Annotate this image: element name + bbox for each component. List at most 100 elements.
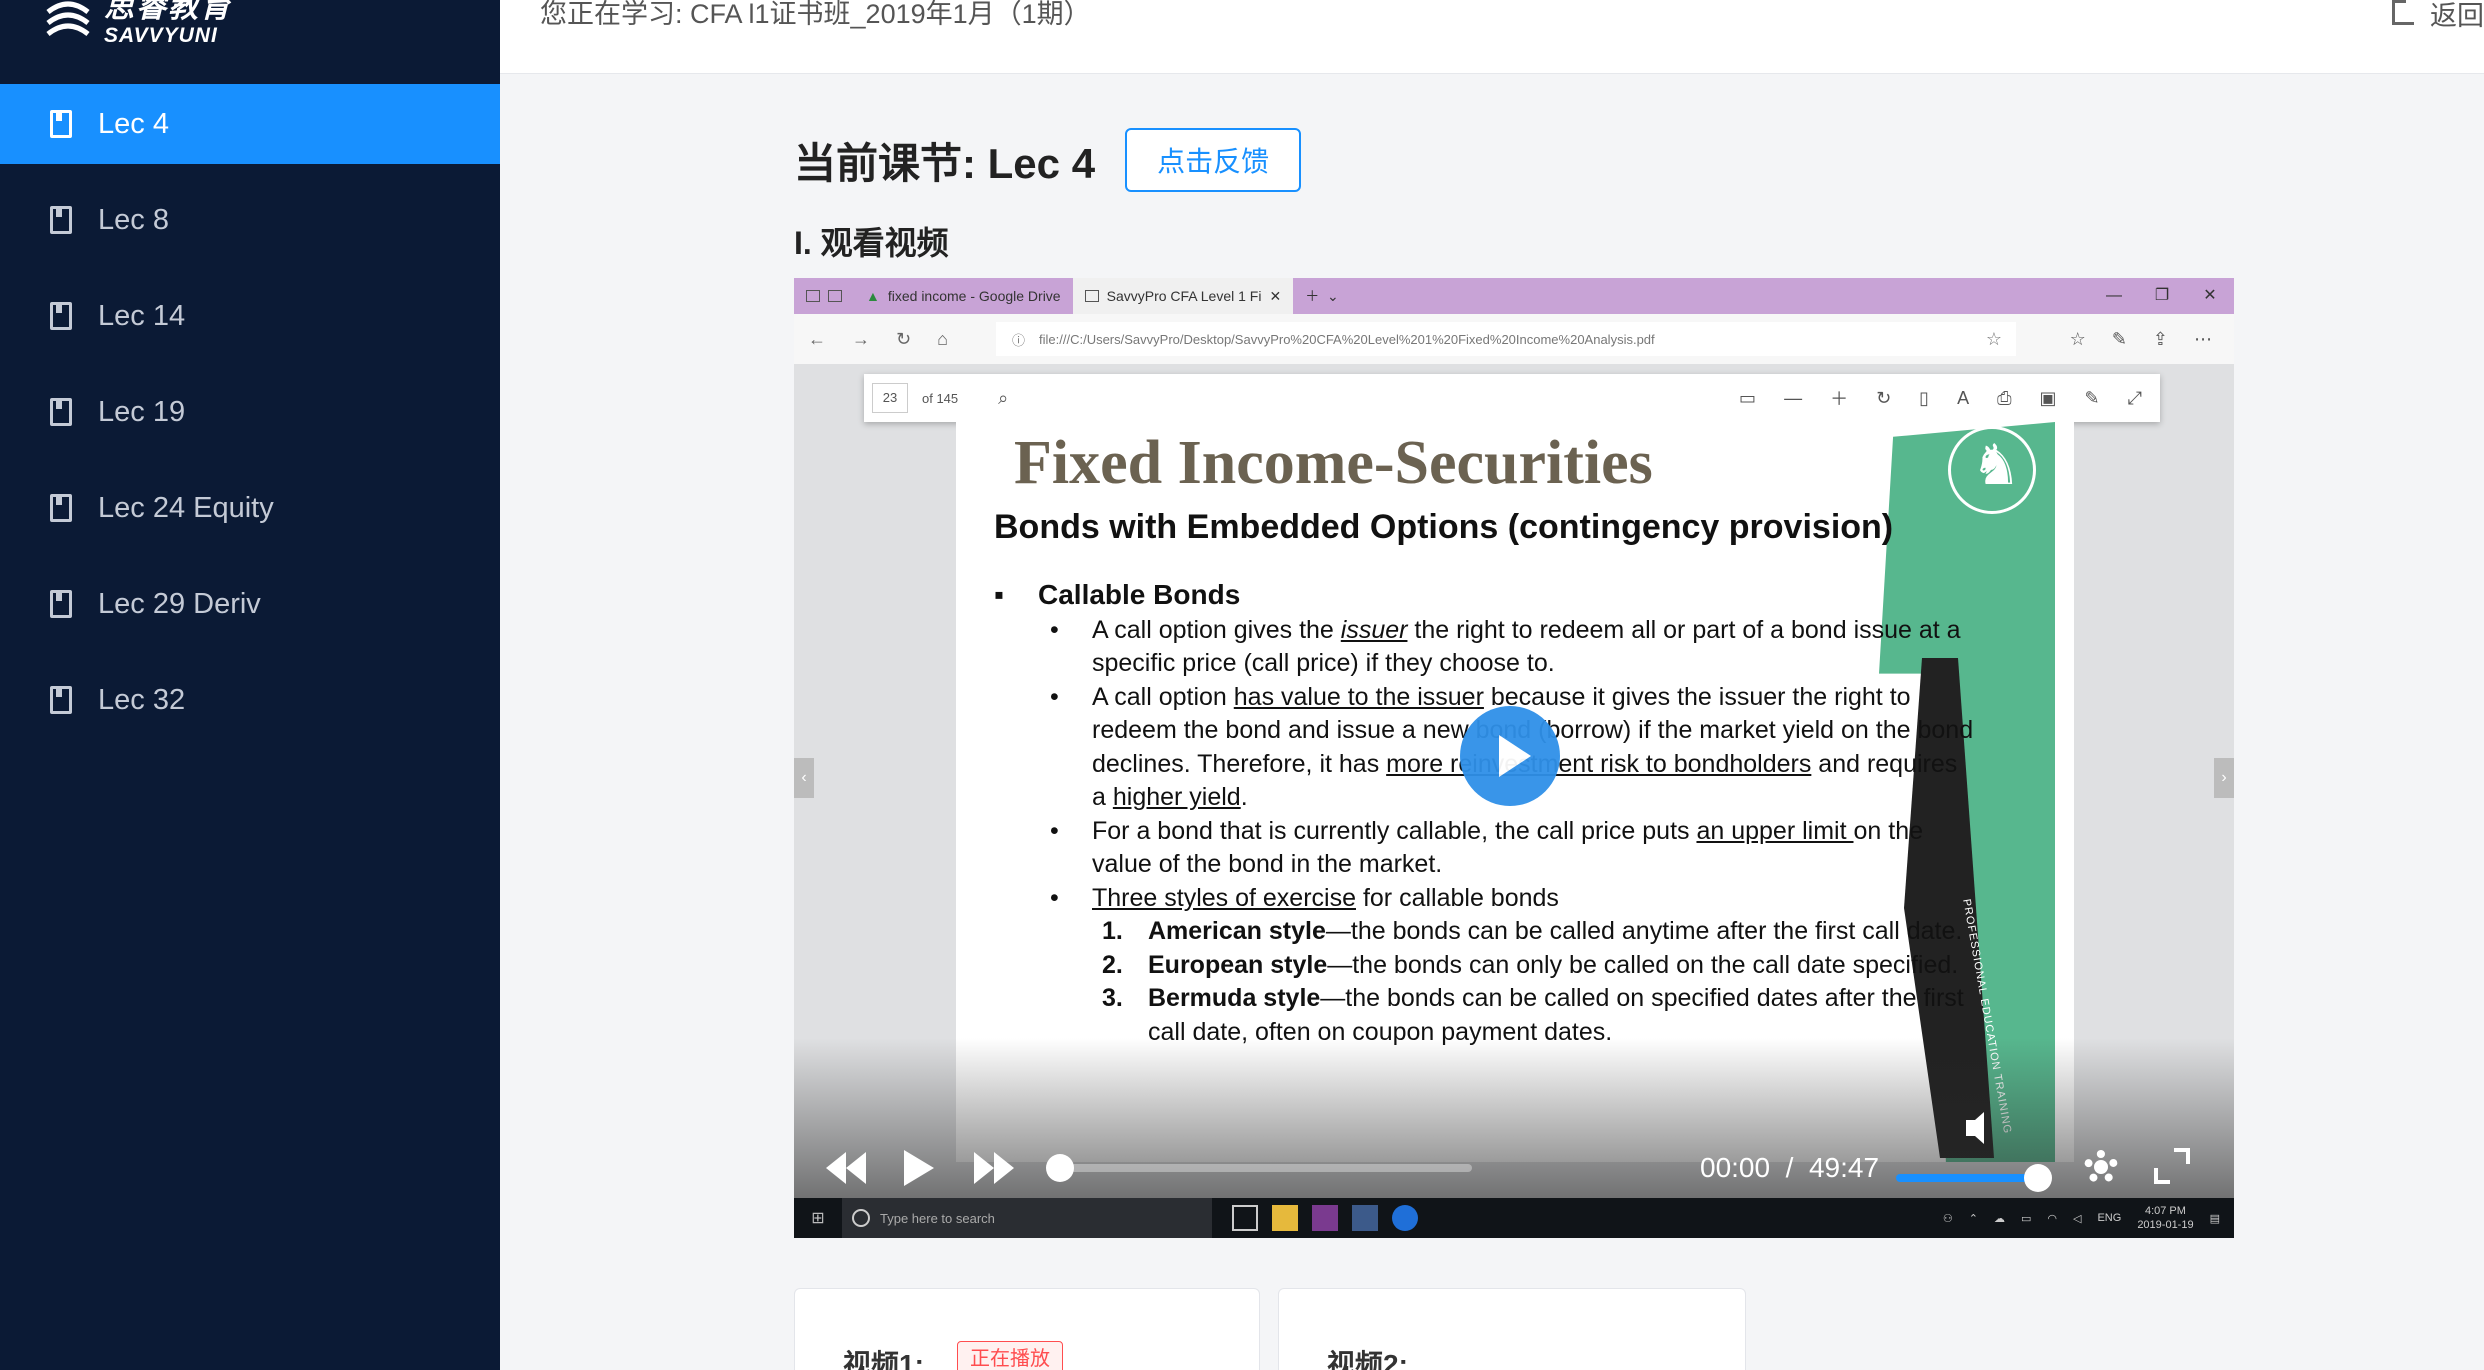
info-icon: ⓘ: [1012, 332, 1026, 348]
item-number: 1.: [1102, 917, 1123, 945]
player-controls: 00:00 / 49:47: [794, 1112, 2234, 1198]
draw-icon: ✎: [2084, 387, 2100, 408]
lesson-header: 当前课节: Lec 4 点击反馈: [794, 128, 1302, 192]
video-card-1[interactable]: 视频1: 正在播放: [794, 1288, 1260, 1370]
pdf-icon: [1084, 290, 1099, 302]
volume-slider[interactable]: [1896, 1174, 2042, 1182]
page-total: of 145: [922, 390, 959, 406]
back-button[interactable]: 返回: [2392, 0, 2484, 33]
edge-icon: [1392, 1205, 1418, 1231]
fullscreen-button[interactable]: [2154, 1148, 2190, 1184]
feedback-button[interactable]: 点击反馈: [1125, 128, 1302, 192]
sidebar-item-lec-4[interactable]: Lec 4: [0, 84, 500, 164]
close-icon: ✕: [1269, 287, 1282, 304]
clock-time: 4:07 PM: [2144, 1205, 2186, 1217]
sidebar-item-lec-8[interactable]: Lec 8: [0, 180, 500, 260]
text: A call option: [1092, 682, 1234, 711]
back-icon: [2392, 0, 2414, 25]
sidebar-item-lec-32[interactable]: Lec 32: [0, 660, 500, 740]
sidebar-item-label: Lec 24 Equity: [98, 491, 274, 524]
top-bar: 您正在学习: CFA l1证书班_2019年1月（1期） 返回: [500, 0, 2484, 74]
brand-name-cn: 思睿教育: [104, 0, 232, 24]
fast-forward-icon: [974, 1152, 994, 1184]
text: higher yield: [1112, 783, 1241, 811]
text: —the bonds can be called anytime after t…: [1325, 917, 1963, 945]
system-tray: ⚇ ⌃ ☁ ▭ ◠ ◁ ENG 4:07 PM 2019-01-19 ▤: [1943, 1198, 2220, 1238]
page-view-icon: ▯: [1919, 387, 1930, 408]
cloud-icon: ☁: [1993, 1212, 2005, 1225]
drive-icon: ▲: [866, 288, 880, 304]
slide-body: Callable Bonds A call option gives the i…: [994, 578, 1974, 1049]
fullscreen-icon: ⤢: [2127, 387, 2142, 408]
home-icon: ⌂: [937, 328, 948, 349]
text: an upper limit: [1696, 816, 1854, 845]
rotate-icon: ↻: [1876, 387, 1892, 408]
volume-handle[interactable]: [2024, 1164, 2052, 1192]
speaker-icon: ◁: [2073, 1212, 2082, 1225]
recorded-url-field: ⓘ file:///C:/Users/SavvyPro/Desktop/Savv…: [996, 322, 2016, 356]
status-badge: 正在播放: [957, 1341, 1063, 1370]
video-player[interactable]: ▲ fixed income - Google Drive SavvyPro CF…: [794, 278, 2234, 1238]
video-card-label: 视频2:: [1327, 1349, 1408, 1370]
window-controls: — ❐ ✕: [2090, 278, 2234, 314]
sidebar-item-lec-14[interactable]: Lec 14: [0, 276, 500, 356]
video-card-2[interactable]: 视频2:: [1278, 1288, 1746, 1370]
play-button[interactable]: [904, 1146, 934, 1190]
task-view-icon: [1232, 1205, 1258, 1231]
rewind-button[interactable]: [826, 1146, 866, 1190]
refresh-icon: ↻: [896, 328, 912, 349]
clock-date: 2019-01-19: [2137, 1219, 2194, 1231]
sidebar-item-lec-24-equity[interactable]: Lec 24 Equity: [0, 468, 500, 548]
notes-icon: ✎: [2111, 328, 2127, 349]
more-icon: ⋯: [2194, 328, 2212, 349]
slide-title: Fixed Income-Securities: [1014, 429, 1653, 497]
brand-logo[interactable]: 思睿教育 SAVVYUNI: [46, 0, 232, 50]
brand-name-en: SAVVYUNI: [104, 23, 218, 47]
bookmark-icon: [50, 302, 72, 330]
sidebar-item-label: Lec 32: [98, 683, 186, 716]
fit-icon: ▭: [1739, 387, 1757, 408]
sidebar-item-label: Lec 19: [98, 395, 186, 428]
cortana-icon: [852, 1209, 870, 1227]
onenote-icon: [1312, 1205, 1338, 1231]
logo-wave-icon: [46, 1, 90, 37]
clock: 4:07 PM 2019-01-19: [2137, 1204, 2193, 1232]
seek-bar[interactable]: [1046, 1154, 1472, 1182]
text: Three styles of exercise: [1092, 883, 1356, 912]
sidebar-item-lec-19[interactable]: Lec 19: [0, 372, 500, 452]
back-arrow-icon: ←: [808, 328, 826, 349]
sidebar-item-label: Lec 8: [98, 203, 169, 236]
text: for callable bonds: [1356, 883, 1559, 912]
recorded-tab-pdf: SavvyPro CFA Level 1 Fi ✕: [1072, 278, 1294, 314]
chevron-up-icon: ⌃: [1968, 1212, 1978, 1225]
text: Bermuda style: [1148, 984, 1321, 1012]
settings-gear-icon[interactable]: [2084, 1150, 2118, 1184]
volume-icon[interactable]: [1964, 1110, 2000, 1146]
taskbar-search: Type here to search: [842, 1198, 1212, 1238]
bookmark-icon: [50, 398, 72, 426]
bookmark-icon: [50, 686, 72, 714]
slide-numbered-item: 2. European style—the bonds can only be c…: [994, 949, 1974, 983]
bookmark-icon: [50, 206, 72, 234]
text: For a bond that is currently callable, t…: [1092, 816, 1697, 845]
time-display: 00:00 / 49:47: [1700, 1146, 1879, 1190]
read-aloud-icon: A: [1957, 387, 1970, 408]
slide-heading: Callable Bonds: [994, 578, 1974, 612]
tab-icon: [806, 290, 820, 302]
rewind-icon: [826, 1152, 846, 1184]
time-separator: /: [1785, 1152, 1794, 1183]
big-play-button[interactable]: [1460, 706, 1560, 806]
fast-forward-button[interactable]: [974, 1146, 1014, 1190]
page-number: 23: [872, 383, 908, 413]
next-page-arrow-icon: ›: [2214, 758, 2234, 798]
windows-start-icon: ⊞: [811, 1210, 825, 1227]
sidebar-item-lec-29-deriv[interactable]: Lec 29 Deriv: [0, 564, 500, 644]
sidebar-item-label: Lec 29 Deriv: [98, 587, 261, 620]
recorded-browser-tabs: ▲ fixed income - Google Drive SavvyPro CF…: [794, 278, 2234, 314]
slide-bullet: A call option gives the issuer the right…: [994, 614, 1974, 681]
slide-numbered-item: 1. American style—the bonds can be called…: [994, 915, 1974, 949]
text: —the bonds can only be called on the cal…: [1327, 950, 1959, 979]
rewind-icon: [846, 1152, 866, 1184]
seek-handle[interactable]: [1046, 1154, 1074, 1182]
browser-toolbar-icons: ☆ ✎ ⇪ ⋯: [2070, 314, 2212, 364]
